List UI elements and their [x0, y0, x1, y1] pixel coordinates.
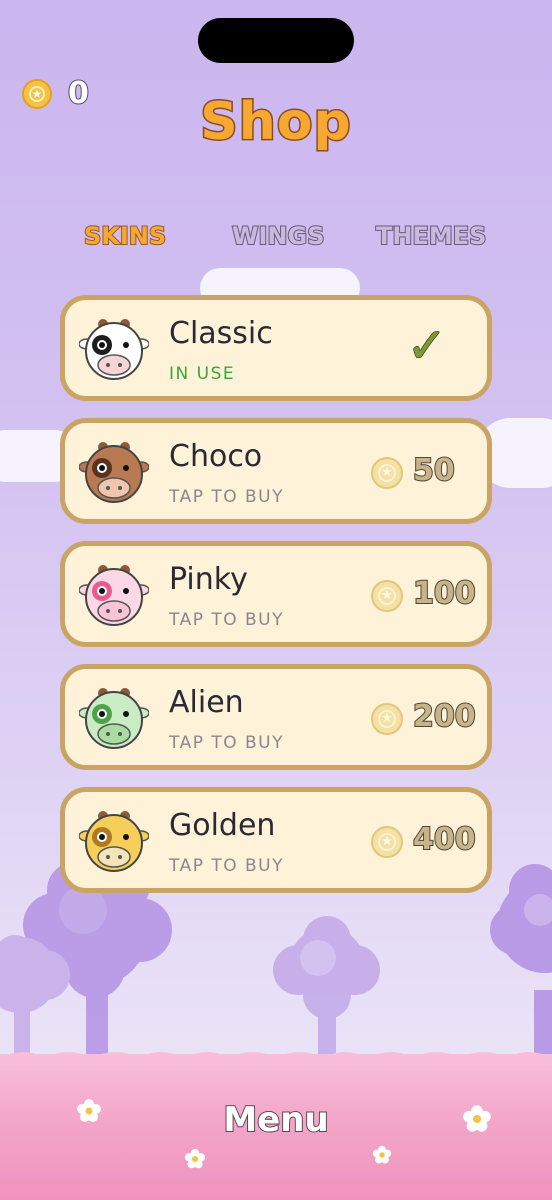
skin-price: 400 — [412, 821, 477, 858]
flower-icon — [372, 1145, 392, 1164]
cow-golden-icon — [79, 811, 149, 872]
tab-themes[interactable]: THEMES — [375, 221, 487, 251]
cow-pinky-icon — [79, 565, 149, 626]
coin-star-icon: ★ — [371, 703, 403, 735]
cow-alien-icon — [79, 688, 149, 749]
skin-price: 100 — [412, 575, 477, 612]
skin-item-choco[interactable]: Choco TAP TO BUY ★ 50 — [60, 418, 492, 524]
skin-item-pinky[interactable]: Pinky TAP TO BUY ★ 100 — [60, 541, 492, 647]
skin-status: TAP TO BUY — [169, 487, 285, 507]
skin-status: TAP TO BUY — [169, 856, 285, 876]
shop-tabs: SKINS WINGS THEMES — [0, 221, 552, 262]
coin-star-icon: ★ — [371, 457, 403, 489]
cow-classic-icon — [79, 319, 149, 380]
skin-name: Alien — [169, 685, 244, 720]
tab-wings[interactable]: WINGS — [231, 221, 325, 251]
flower-icon — [184, 1148, 206, 1169]
skin-price: 200 — [412, 698, 477, 735]
coin-star-icon: ★ — [22, 78, 52, 109]
menu-button[interactable]: Menu — [0, 1099, 552, 1141]
skin-item-golden[interactable]: Golden TAP TO BUY ★ 400 — [60, 787, 492, 893]
coin-star-icon: ★ — [371, 826, 403, 858]
game-scene: ★ 0 Shop SKINS WINGS THEMES Classic IN U — [0, 0, 552, 1200]
cow-choco-icon — [79, 442, 149, 503]
skin-price: 50 — [412, 452, 456, 489]
skin-name: Choco — [169, 439, 263, 474]
skin-status: IN USE — [169, 364, 236, 384]
skin-status: TAP TO BUY — [169, 610, 285, 630]
tab-skins[interactable]: SKINS — [83, 221, 167, 251]
skin-item-classic[interactable]: Classic IN USE ✓ — [60, 295, 492, 401]
page-title: Shop — [199, 91, 352, 154]
skin-item-alien[interactable]: Alien TAP TO BUY ★ 200 — [60, 664, 492, 770]
skin-name: Pinky — [169, 562, 248, 597]
coin-star-icon: ★ — [371, 580, 403, 612]
device-notch — [198, 18, 354, 63]
skin-name: Classic — [169, 316, 273, 351]
skin-status: TAP TO BUY — [169, 733, 285, 753]
skin-name: Golden — [169, 808, 276, 843]
checkmark-icon: ✓ — [406, 317, 448, 375]
